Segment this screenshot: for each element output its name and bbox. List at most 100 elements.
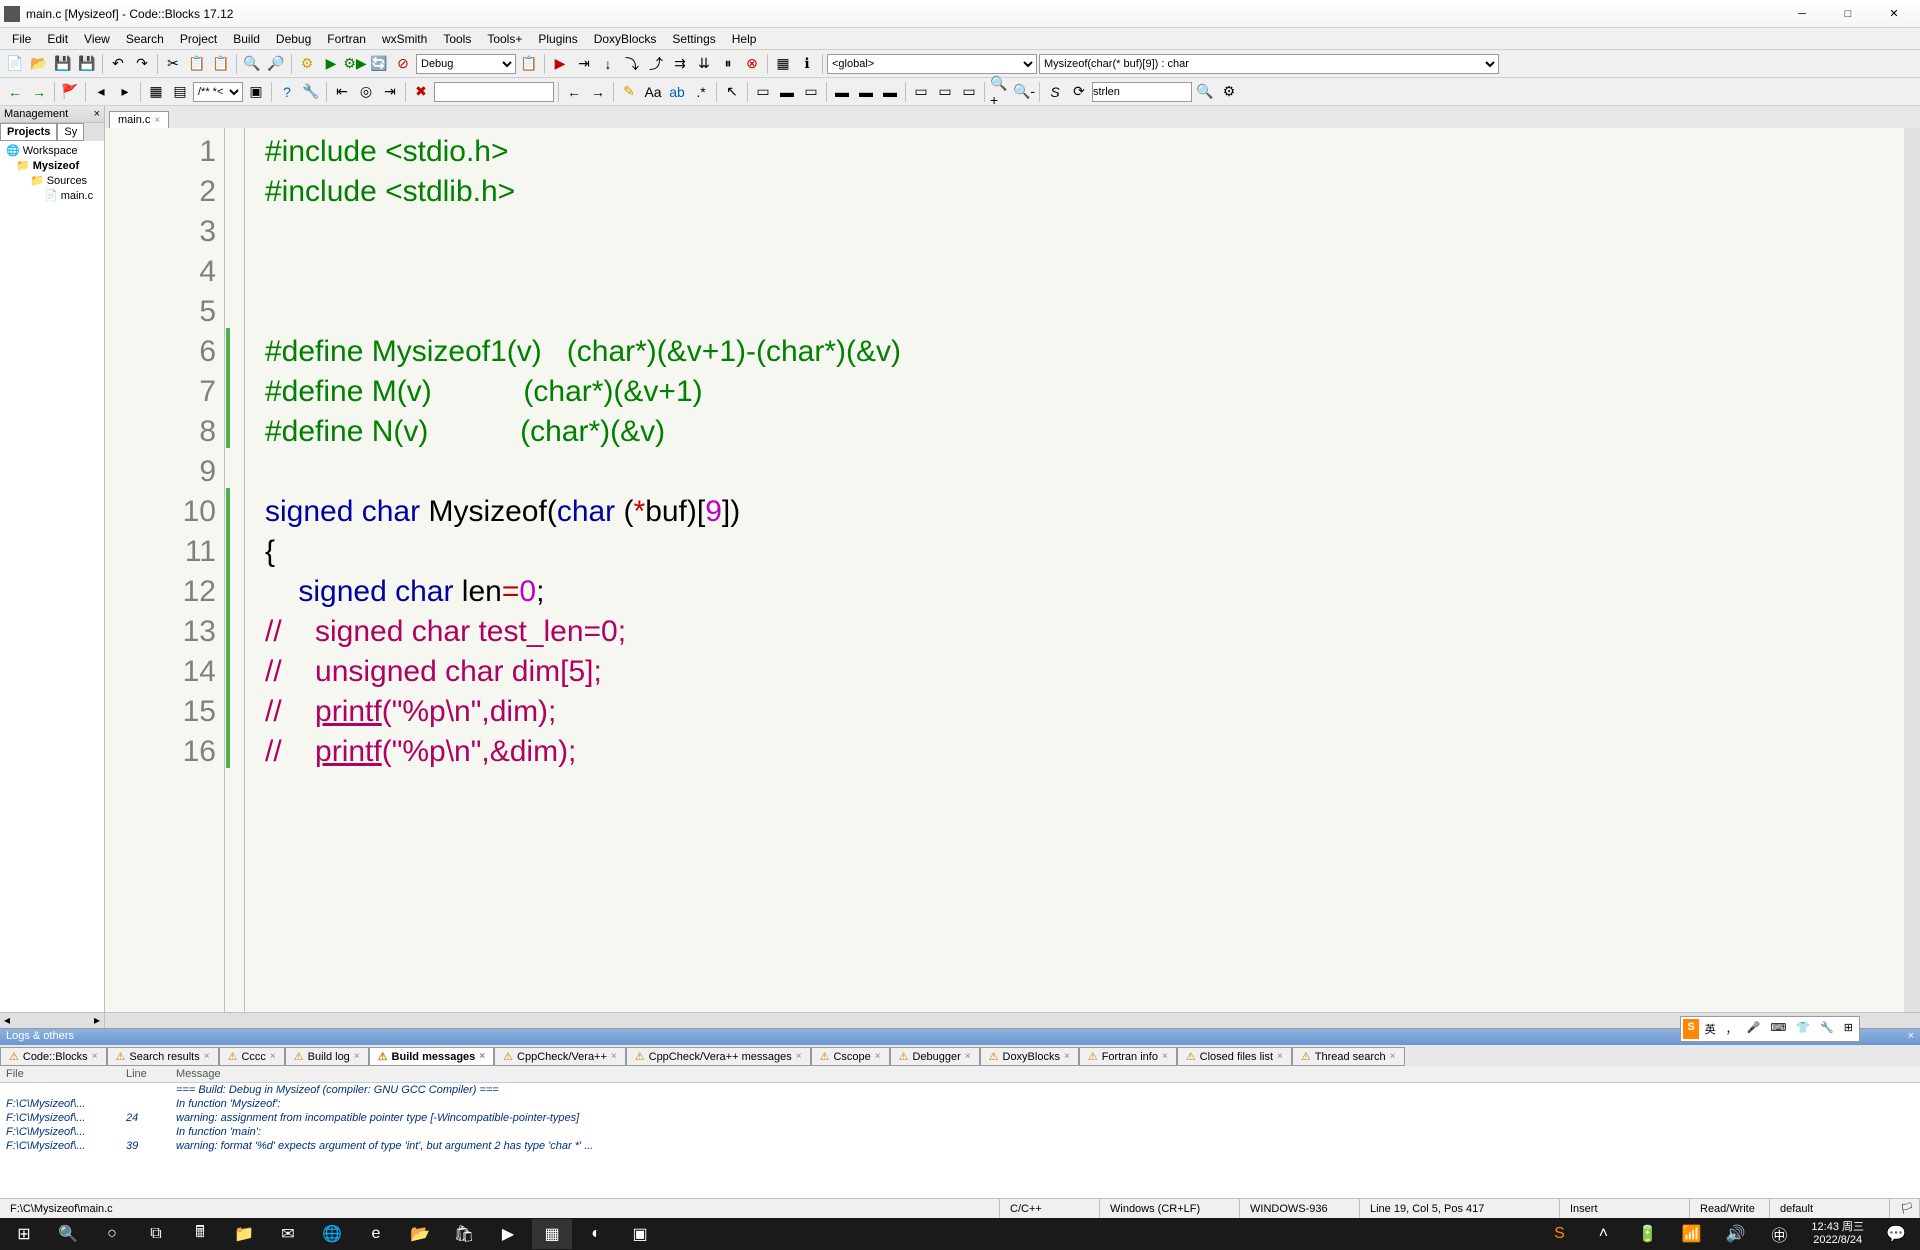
refresh-icon[interactable]: ⟳ <box>1068 81 1090 103</box>
s-icon[interactable]: S <box>1044 81 1066 103</box>
log-tab-cscope[interactable]: ⚠ Cscope × <box>811 1047 890 1066</box>
log-tab-close-icon[interactable]: × <box>1064 1051 1070 1062</box>
rect1-icon[interactable]: ▭ <box>752 81 774 103</box>
quick-search-input[interactable] <box>434 82 554 102</box>
ime-brand-icon[interactable]: S <box>1683 1019 1698 1039</box>
bookmark-prev-icon[interactable]: ◂ <box>90 81 112 103</box>
taskbar-mail-icon[interactable]: ✉ <box>268 1219 308 1249</box>
taskbar-store-icon[interactable]: 🛍 <box>444 1219 484 1249</box>
tab-close-icon[interactable]: × <box>154 115 160 126</box>
code-content[interactable]: #include <stdio.h> #include <stdlib.h> #… <box>245 128 1920 1012</box>
fold-column[interactable] <box>231 128 245 1012</box>
menu-wxsmith[interactable]: wxSmith <box>374 30 435 48</box>
border3-icon[interactable]: ▭ <box>958 81 980 103</box>
log-tab-close-icon[interactable]: × <box>1277 1051 1283 1062</box>
bookmark-toggle-icon[interactable]: 🚩 <box>59 81 81 103</box>
vertical-scrollbar[interactable] <box>1904 128 1920 1012</box>
doxy-extract-icon[interactable]: ▤ <box>169 81 191 103</box>
log-tab-close-icon[interactable]: × <box>1162 1051 1168 1062</box>
rect2-icon[interactable]: ▬ <box>776 81 798 103</box>
find-symbol-go-icon[interactable]: 🔍 <box>1194 81 1216 103</box>
log-row[interactable]: F:\C\Mysizeof\...24warning: assignment f… <box>0 1111 1920 1125</box>
log-tab-build-log[interactable]: ⚠ Build log × <box>285 1047 369 1066</box>
log-tab-thread-search[interactable]: ⚠ Thread search × <box>1292 1047 1405 1066</box>
col-line[interactable]: Line <box>120 1066 170 1083</box>
scope-select[interactable]: <global> <box>827 54 1037 74</box>
ime-tool-icon[interactable]: 🔧 <box>1816 1019 1838 1039</box>
menu-plugins[interactable]: Plugins <box>530 30 585 48</box>
symbol-select[interactable]: Mysizeof(char(* buf)[9]) : char <box>1039 54 1499 74</box>
menu-doxyblocks[interactable]: DoxyBlocks <box>586 30 665 48</box>
copy-icon[interactable]: 📋 <box>186 53 208 75</box>
find-icon[interactable]: 🔍 <box>241 53 263 75</box>
col-message[interactable]: Message <box>170 1066 1920 1083</box>
jump-back-icon[interactable]: ⇤ <box>331 81 353 103</box>
taskbar-calc-icon[interactable]: 🖩 <box>180 1219 220 1249</box>
log-tab-fortran-info[interactable]: ⚠ Fortran info × <box>1079 1047 1177 1066</box>
break-icon[interactable]: ⏸ <box>717 53 739 75</box>
log-tab-cppcheck-vera-messages[interactable]: ⚠ CppCheck/Vera++ messages × <box>626 1047 811 1066</box>
logs-body[interactable]: File Line Message === Build: Debug in My… <box>0 1066 1920 1198</box>
zoom-out-icon[interactable]: 🔍- <box>1013 81 1035 103</box>
tab-projects[interactable]: Projects <box>0 123 57 141</box>
menu-build[interactable]: Build <box>225 30 268 48</box>
tree-sources-folder[interactable]: 📁Sources <box>2 173 102 188</box>
ime-mic-icon[interactable]: 🎤 <box>1743 1019 1765 1039</box>
menu-project[interactable]: Project <box>172 30 225 48</box>
debug-windows-icon[interactable]: ▦ <box>772 53 794 75</box>
log-tab-close-icon[interactable]: × <box>875 1051 881 1062</box>
target-settings-icon[interactable]: 📋 <box>518 53 540 75</box>
log-tab-cppcheck-vera-[interactable]: ⚠ CppCheck/Vera++ × <box>494 1047 626 1066</box>
zoom-in-icon[interactable]: 🔍+ <box>989 81 1011 103</box>
tab-main-c[interactable]: main.c × <box>109 111 169 128</box>
regex-icon[interactable]: .* <box>690 81 712 103</box>
log-tab-doxyblocks[interactable]: ⚠ DoxyBlocks × <box>980 1047 1079 1066</box>
jump-mark-icon[interactable]: ◎ <box>355 81 377 103</box>
tab-symbols[interactable]: Sy <box>57 123 84 141</box>
tray-volume-icon[interactable]: 🔊 <box>1715 1219 1755 1249</box>
menu-tools[interactable]: Tools+ <box>479 30 530 48</box>
redo-icon[interactable]: ↷ <box>131 53 153 75</box>
log-row[interactable]: === Build: Debug in Mysizeof (compiler: … <box>0 1083 1920 1098</box>
rect3-icon[interactable]: ▭ <box>800 81 822 103</box>
ime-toolbar[interactable]: S 英 ， 🎤 ⌨ 👕 🔧 ⊞ <box>1680 1016 1860 1042</box>
log-tab-debugger[interactable]: ⚠ Debugger × <box>890 1047 980 1066</box>
border2-icon[interactable]: ▭ <box>934 81 956 103</box>
build-run-icon[interactable]: ⚙▶ <box>344 53 366 75</box>
cut-icon[interactable]: ✂ <box>162 53 184 75</box>
log-row[interactable]: F:\C\Mysizeof\...39warning: format '%d' … <box>0 1139 1920 1153</box>
taskbar-clock[interactable]: 12:43 周三 2022/8/24 <box>1803 1221 1872 1247</box>
ime-skin-icon[interactable]: 👕 <box>1792 1019 1814 1039</box>
taskbar-app1-icon[interactable]: ◐ <box>576 1219 616 1249</box>
task-view-icon[interactable]: ⧉ <box>136 1219 176 1249</box>
find-symbol-input[interactable] <box>1092 82 1192 102</box>
management-close-icon[interactable]: × <box>94 108 100 120</box>
menu-tools[interactable]: Tools <box>435 30 479 48</box>
menu-fortran[interactable]: Fortran <box>319 30 374 48</box>
log-tab-close-icon[interactable]: × <box>1390 1051 1396 1062</box>
find-symbol-options-icon[interactable]: ⚙ <box>1218 81 1240 103</box>
code-editor[interactable]: 12345678910111213141516 #include <stdio.… <box>105 128 1920 1012</box>
log-tab-close-icon[interactable]: × <box>354 1051 360 1062</box>
menu-search[interactable]: Search <box>118 30 172 48</box>
cursor-icon[interactable]: ↖ <box>721 81 743 103</box>
doxy-run-icon[interactable]: ▣ <box>245 81 267 103</box>
taskbar-edge-icon[interactable]: 🌐 <box>312 1219 352 1249</box>
notifications-icon[interactable]: 💬 <box>1876 1219 1916 1249</box>
mgmt-scroll-right-icon[interactable]: ▸ <box>90 1013 104 1028</box>
tray-up-icon[interactable]: ˄ <box>1583 1219 1623 1249</box>
block2-icon[interactable]: ▬ <box>855 81 877 103</box>
save-all-icon[interactable]: 💾 <box>76 53 98 75</box>
stop-debug-icon[interactable]: ⊗ <box>741 53 763 75</box>
log-row[interactable]: F:\C\Mysizeof\...In function 'main': <box>0 1125 1920 1139</box>
log-tab-closed-files-list[interactable]: ⚠ Closed files list × <box>1177 1047 1292 1066</box>
log-tab-close-icon[interactable]: × <box>796 1051 802 1062</box>
clear-icon[interactable]: ✖ <box>410 81 432 103</box>
next-instr-icon[interactable]: ⇉ <box>669 53 691 75</box>
log-tab-build-messages[interactable]: ⚠ Build messages × <box>369 1047 494 1066</box>
logs-close-icon[interactable]: × <box>1908 1030 1914 1044</box>
step-out-icon[interactable]: ⤴ <box>645 53 667 75</box>
comment-style-select[interactable]: /** *< <box>193 82 243 102</box>
log-tab-close-icon[interactable]: × <box>611 1051 617 1062</box>
log-tab-cccc[interactable]: ⚠ Cccc × <box>219 1047 285 1066</box>
